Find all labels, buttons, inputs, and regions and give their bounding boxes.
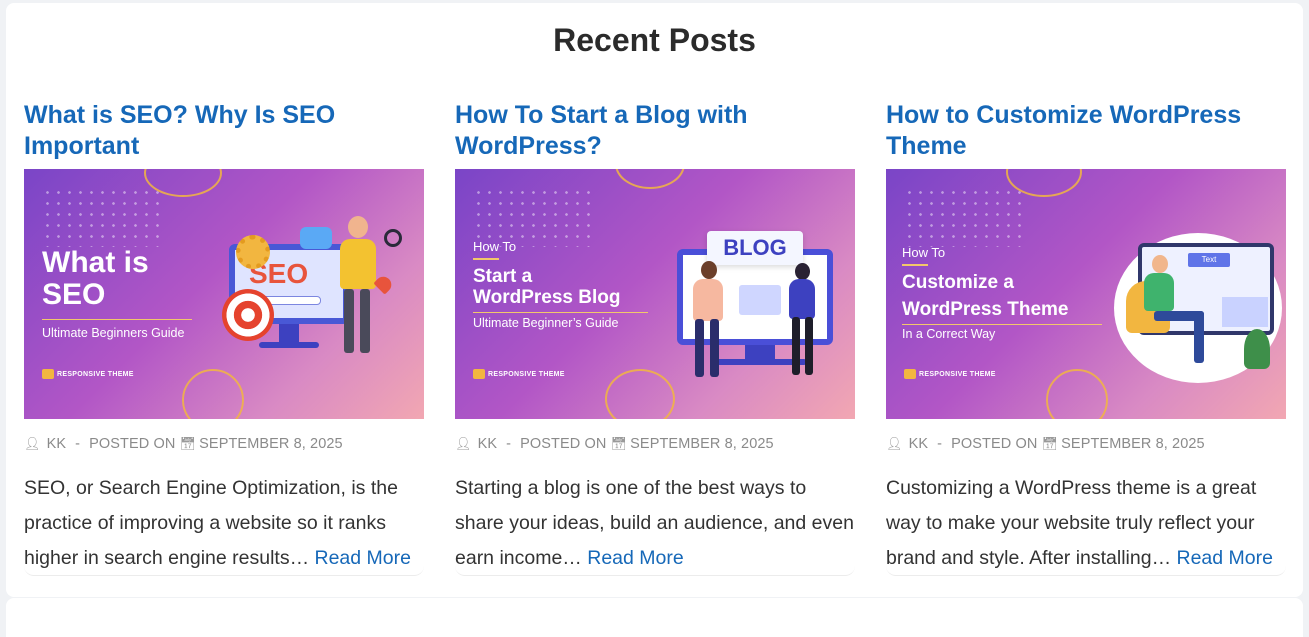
- meta-separator: -: [506, 436, 512, 452]
- card-bottom-border: [886, 562, 1286, 576]
- brand-logo: RESPONSIVE THEME: [904, 369, 996, 379]
- thumb-divider: [902, 324, 1102, 325]
- person-torso: [1144, 273, 1174, 311]
- person-leg: [360, 289, 370, 353]
- person-leg: [710, 319, 719, 377]
- thumb-headline: WordPress Blog: [473, 287, 621, 308]
- section-title: Recent Posts: [553, 22, 756, 58]
- brand-name: RESPONSIVE THEME: [57, 370, 134, 378]
- meta-separator: -: [75, 436, 81, 452]
- thumb-divider: [42, 319, 192, 320]
- person-head: [701, 261, 717, 279]
- person-head: [348, 216, 368, 238]
- post-date[interactable]: SEPTEMBER 8, 2025: [1061, 436, 1205, 452]
- person-leg: [695, 319, 704, 377]
- post-author[interactable]: KK: [47, 436, 67, 452]
- thumb-kicker: How To: [902, 245, 946, 260]
- post-excerpt: Starting a blog is one of the best ways …: [455, 471, 855, 576]
- post-meta: 👤︎ KK - POSTED ON 📅︎ SEPTEMBER 8, 2025: [24, 436, 343, 452]
- decor-ring: [605, 369, 675, 419]
- dot-pattern: [473, 187, 593, 247]
- person-leg: [805, 317, 813, 375]
- post-thumbnail[interactable]: What is SEO Ultimate Beginners Guide SEO…: [24, 169, 424, 419]
- monitor-stand: [745, 345, 775, 359]
- monitor-base: [259, 342, 319, 348]
- post-card: How to Customize WordPress Theme How To …: [886, 100, 1286, 576]
- posted-on-label: POSTED ON: [520, 436, 607, 452]
- dot-pattern: [904, 187, 1024, 247]
- calendar-icon: 📅︎: [610, 436, 628, 451]
- post-excerpt: SEO, or Search Engine Optimization, is t…: [24, 471, 424, 576]
- post-thumbnail[interactable]: How To Customize a WordPress Theme In a …: [886, 169, 1286, 419]
- post-excerpt: Customizing a WordPress theme is a great…: [886, 471, 1286, 576]
- decor-ring: [182, 369, 244, 419]
- post-author[interactable]: KK: [909, 436, 929, 452]
- chat-bubble-icon: [300, 227, 332, 249]
- thumb-divider: [473, 312, 648, 313]
- brand-logo-icon: [42, 369, 54, 379]
- brand-logo-icon: [473, 369, 485, 379]
- post-card: What is SEO? Why Is SEO Important What i…: [24, 100, 424, 576]
- thumb-headline: Customize a: [902, 272, 1014, 293]
- thumb-kicker-underline: [473, 258, 499, 260]
- thumb-headline: WordPress Theme: [902, 299, 1069, 320]
- calendar-icon: 📅︎: [1041, 436, 1059, 451]
- posted-on-label: POSTED ON: [89, 436, 176, 452]
- brand-logo-icon: [904, 369, 916, 379]
- meta-separator: -: [937, 436, 943, 452]
- post-meta: 👤︎ KK - POSTED ON 📅︎ SEPTEMBER 8, 2025: [886, 436, 1205, 452]
- user-icon: 👤︎: [886, 436, 903, 451]
- post-title-link[interactable]: How To Start a Blog with WordPress?: [455, 100, 855, 162]
- decor-ring: [615, 169, 685, 189]
- person-head: [795, 263, 810, 280]
- post-author[interactable]: KK: [478, 436, 498, 452]
- card-bottom-border: [455, 562, 855, 576]
- dot-pattern: [42, 187, 162, 247]
- post-date[interactable]: SEPTEMBER 8, 2025: [199, 436, 343, 452]
- thumb-subtitle: In a Correct Way: [902, 327, 996, 341]
- post-card: How To Start a Blog with WordPress? How …: [455, 100, 855, 576]
- brand-name: RESPONSIVE THEME: [488, 370, 565, 378]
- calendar-icon: 📅︎: [179, 436, 197, 451]
- thumb-kicker: How To: [473, 239, 517, 254]
- next-section-panel: [6, 598, 1303, 637]
- thumb-headline: Start a: [473, 266, 533, 287]
- decor-ring: [1046, 369, 1108, 419]
- target-icon: [222, 289, 274, 341]
- post-title-link[interactable]: What is SEO? Why Is SEO Important: [24, 100, 424, 162]
- person-leg: [1194, 311, 1204, 363]
- brand-logo: RESPONSIVE THEME: [473, 369, 565, 379]
- magnifier-icon: [384, 229, 402, 247]
- text-art-label: Text: [1188, 253, 1230, 267]
- post-date[interactable]: SEPTEMBER 8, 2025: [630, 436, 774, 452]
- thumb-headline: What is SEO: [42, 246, 149, 311]
- brand-logo: RESPONSIVE THEME: [42, 369, 134, 379]
- post-title-link[interactable]: How to Customize WordPress Theme: [886, 100, 1286, 162]
- thumb-subtitle: Ultimate Beginner’s Guide: [473, 316, 619, 330]
- person-torso: [340, 239, 376, 289]
- user-icon: 👤︎: [24, 436, 41, 451]
- person-torso: [789, 279, 815, 319]
- image-placeholder-icon: [739, 285, 781, 315]
- gear-icon: [236, 235, 270, 269]
- person-head: [1152, 255, 1168, 273]
- monitor-stand: [279, 324, 299, 342]
- posted-on-label: POSTED ON: [951, 436, 1038, 452]
- blog-art-label: BLOG: [707, 231, 803, 265]
- post-meta: 👤︎ KK - POSTED ON 📅︎ SEPTEMBER 8, 2025: [455, 436, 774, 452]
- thumb-kicker-underline: [902, 264, 928, 266]
- person-leg: [344, 289, 354, 353]
- user-icon: 👤︎: [455, 436, 472, 451]
- person-torso: [693, 279, 723, 321]
- plant-icon: [1244, 329, 1270, 369]
- thumb-subtitle: Ultimate Beginners Guide: [42, 326, 185, 340]
- brand-name: RESPONSIVE THEME: [919, 370, 996, 378]
- layout-block: [1222, 297, 1268, 327]
- heart-icon: [373, 273, 395, 295]
- post-thumbnail[interactable]: How To Start a WordPress Blog Ultimate B…: [455, 169, 855, 419]
- person-leg: [792, 317, 800, 375]
- card-bottom-border: [24, 562, 424, 576]
